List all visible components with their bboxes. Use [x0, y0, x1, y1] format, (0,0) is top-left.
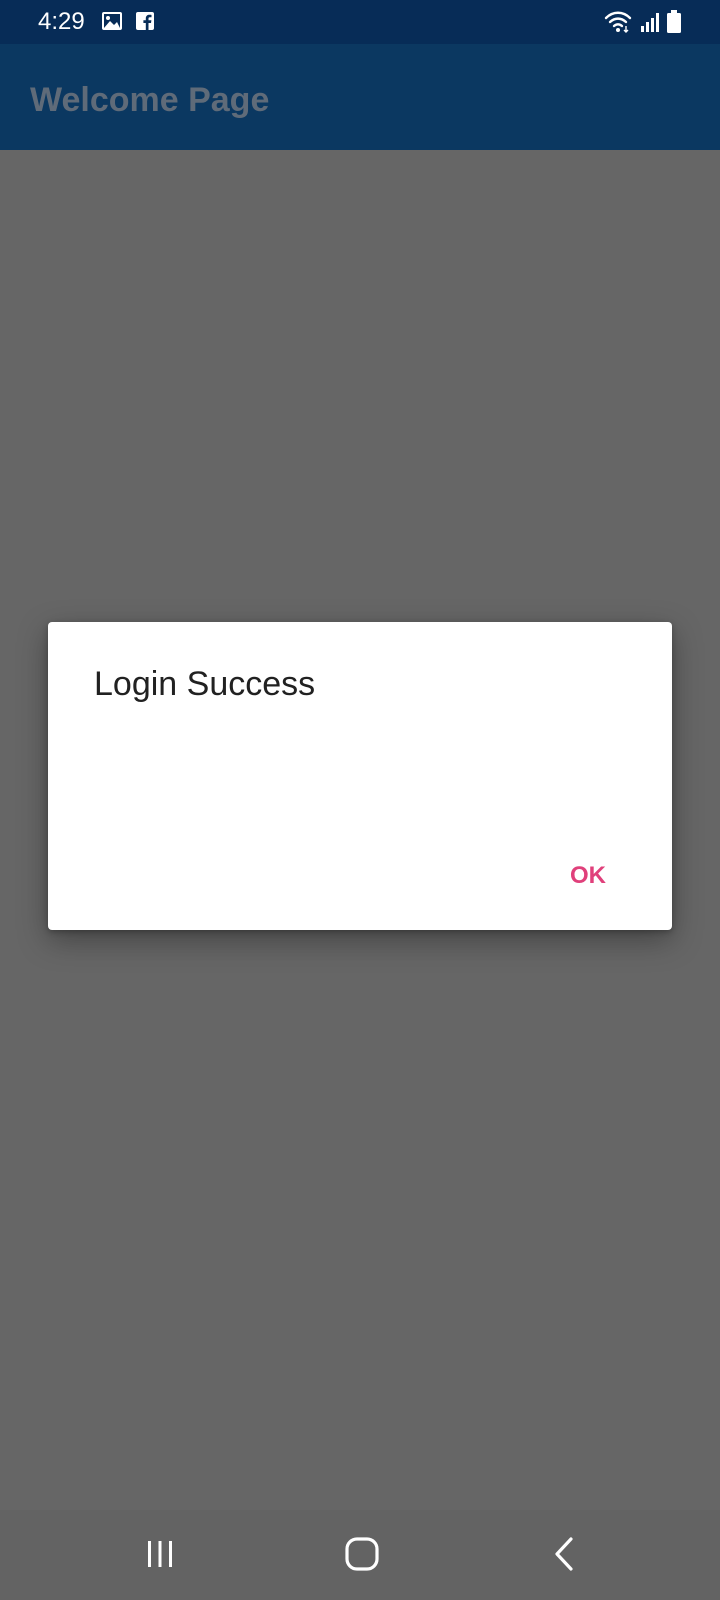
app-bar: Welcome Page: [0, 44, 720, 150]
back-button[interactable]: [528, 1528, 600, 1584]
signal-icon: [640, 12, 660, 32]
back-icon: [550, 1536, 578, 1577]
battery-icon: [666, 10, 682, 34]
recents-button[interactable]: [124, 1528, 196, 1584]
home-icon: [344, 1536, 380, 1577]
recents-icon: [144, 1538, 176, 1575]
ok-button[interactable]: OK: [538, 852, 638, 900]
home-button[interactable]: [326, 1528, 398, 1584]
page-title: Welcome Page: [30, 81, 270, 119]
status-bar: 4:29: [0, 0, 720, 44]
status-time: 4:29: [38, 8, 85, 35]
dialog-title: Login Success: [94, 665, 316, 703]
facebook-icon: [136, 12, 154, 30]
navigation-bar: [0, 1510, 720, 1600]
gallery-icon: [102, 12, 122, 30]
wifi-icon: [604, 10, 632, 34]
login-success-dialog: Login Success OK: [48, 622, 672, 930]
